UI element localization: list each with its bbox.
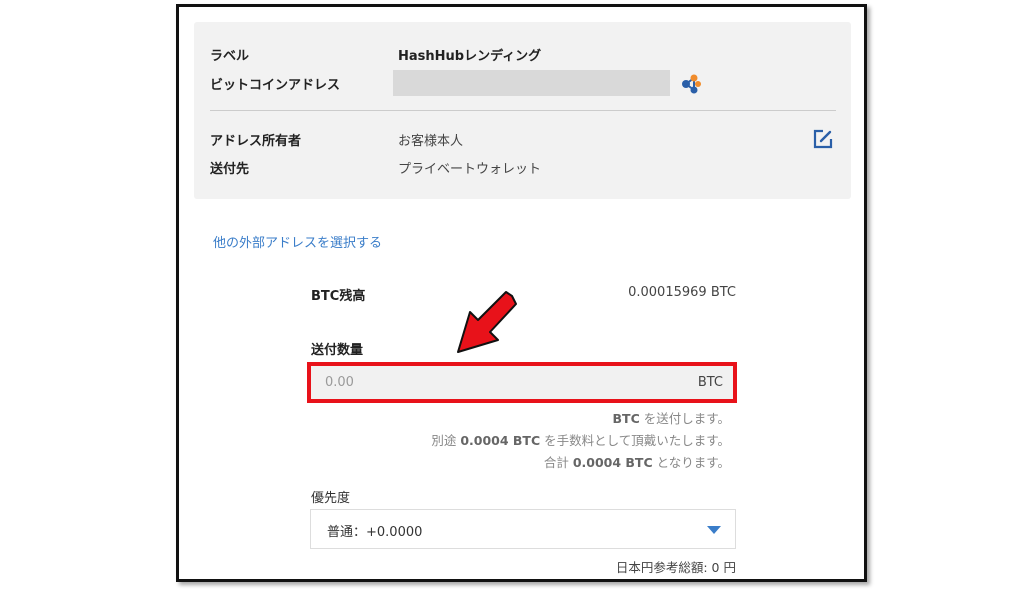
total-note-bold: 0.0004 BTC: [572, 455, 653, 470]
total-note-pre: 合計: [543, 455, 573, 470]
send-note-line1-bold: BTC: [612, 411, 640, 426]
red-arrow-annotation: [457, 291, 517, 353]
priority-label: 優先度: [311, 491, 351, 506]
total-note-line: 合計 0.0004 BTC となります。: [544, 452, 730, 471]
priority-selected-value: 普通：+0.0000: [327, 525, 423, 540]
jpy-reference-total: 日本円参考総額: 0 円: [615, 560, 736, 575]
info-divider: [210, 110, 836, 111]
btc-balance-label: BTC残高: [311, 289, 366, 304]
btc-balance-value: 0.00015969 BTC: [628, 285, 736, 300]
label-key: ラベル: [210, 49, 250, 64]
send-quantity-field: BTC: [307, 362, 737, 403]
send-note-line1: BTC を送付します。: [613, 408, 730, 427]
bitcoin-address-key: ビットコインアドレス: [210, 78, 341, 93]
fee-note-post: を手数料として頂戴いたします。: [540, 433, 730, 448]
send-quantity-label: 送付数量: [311, 343, 364, 358]
fee-note-pre: 別途: [431, 433, 461, 448]
destination-value: プライベートウォレット: [398, 162, 542, 177]
send-quantity-input[interactable]: [325, 366, 625, 399]
priority-select[interactable]: 普通：+0.0000: [310, 509, 736, 549]
total-note-post: となります。: [652, 455, 730, 470]
owner-value: お客様本人: [398, 134, 464, 149]
send-note-line1-text: を送付します。: [639, 411, 730, 426]
destination-key: 送付先: [210, 162, 250, 177]
label-value: HashHubレンディング: [398, 49, 542, 64]
owner-key: アドレス所有者: [210, 134, 302, 149]
fee-note-line: 別途 0.0004 BTC を手数料として頂戴いたします。: [431, 430, 730, 449]
edit-icon[interactable]: [812, 128, 834, 150]
fee-note-bold: 0.0004 BTC: [460, 433, 541, 448]
network-share-icon[interactable]: [680, 73, 702, 95]
bitcoin-address-redacted: [393, 70, 670, 96]
send-quantity-unit: BTC: [697, 375, 723, 390]
chevron-down-icon: [707, 526, 721, 534]
select-other-address-link[interactable]: 他の外部アドレスを選択する: [213, 232, 382, 251]
